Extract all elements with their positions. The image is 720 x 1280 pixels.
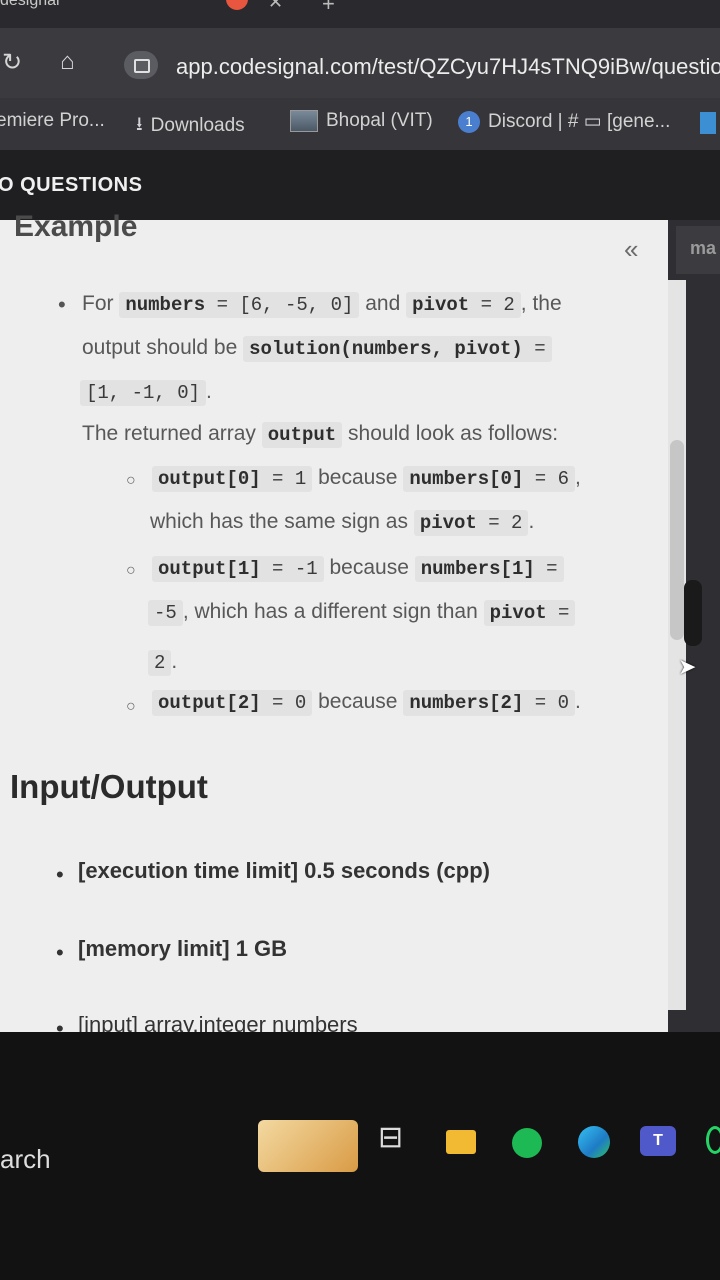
file-explorer-icon[interactable] [446,1130,476,1154]
text-comma: , [575,466,581,489]
address-bar-row: ↻ ⌂ app.codesignal.com/test/QZCyu7HJ4sTN… [0,28,720,98]
thumbnail-icon [290,110,318,132]
code-output-1: output[1] = -1 [152,556,324,582]
code-numbers: numbers = [6, -5, 0] [119,292,360,318]
code-solution-call: solution(numbers, pivot) = [243,336,552,362]
text-because: because [329,556,409,579]
taskbar-search[interactable]: arch [0,1144,51,1175]
text-dot: . [575,690,581,713]
teams-icon[interactable]: T [640,1126,676,1156]
text-because: because [318,466,398,489]
bookmark-premiere[interactable]: emiere Pro... [0,110,105,132]
text-for: For [82,292,114,315]
code-result-array: [1, -1, 0] [80,380,207,406]
code-2: 2 [148,650,172,676]
code-pivot: pivot = 2 [406,292,521,318]
questions-label[interactable]: O QUESTIONS [0,174,142,197]
code-numbers-2: numbers[2] = 0 [403,690,575,716]
tab-title[interactable]: desigrial [0,0,60,10]
code-numbers-1: numbers[1] = [414,556,564,582]
io-item-memory-limit: [memory limit] 1 GB [78,936,288,961]
recording-icon [226,0,248,10]
sub-bullet-circle: ○ [126,698,136,715]
bookmark-bhopal[interactable]: Bhopal (VIT) [290,110,433,132]
splitter-handle[interactable] [684,580,702,646]
sub-item-1-line-2: which has the same sign as pivot = 2. [150,510,535,536]
text-same-sign: which has the same sign as [150,510,408,533]
sub-bullet-circle: ○ [126,472,136,489]
sub-item-2-line-1: output[1] = -1 because numbers[1] = [152,556,564,582]
editor-tab[interactable]: ma [676,226,720,274]
sub-item-2-line-3: 2. [148,650,178,676]
bullet-dot: • [56,862,64,887]
code-output-2: output[2] = 0 [152,690,313,716]
bookmark-downloads[interactable]: ⭳ Downloads [136,110,245,142]
bookmark-discord-label: Discord | # ▭ [gene... [488,111,671,132]
discord-icon: 1 [458,110,480,133]
sticky-notes-icon[interactable] [258,1120,358,1172]
returned-array-line: The returned array output should look as… [82,422,559,448]
reload-icon[interactable]: ↻ [2,48,22,77]
bookmark-downloads-label: Downloads [150,115,245,137]
bookmarks-bar: emiere Pro... ⭳ Downloads Bhopal (VIT) 1D… [0,98,720,150]
sub-item-3-line-1: output[2] = 0 because numbers[2] = 0. [152,690,581,716]
browser-tab-strip: desigrial ✕ + [0,0,720,28]
code-pivot-eq: pivot = [483,600,576,626]
sub-bullet-circle: ○ [126,562,136,579]
code-output: output [261,422,343,448]
io-item-time-limit: [execution time limit] 0.5 seconds (cpp) [78,858,490,883]
code-pivot-eq-2: pivot = 2 [413,510,529,536]
code-numbers-0: numbers[0] = 6 [403,466,575,492]
sub-item-2-line-2: -5, which has a different sign than pivo… [148,600,576,626]
input-output-heading: Input/Output [10,768,208,805]
scrollbar-thumb[interactable] [670,440,684,640]
site-info-icon[interactable] [124,51,158,79]
bookmark-bhopal-label: Bhopal (VIT) [326,110,433,132]
edge-browser-icon[interactable] [578,1126,610,1158]
windows-taskbar [0,1032,720,1280]
collapse-panel-icon[interactable]: « [624,234,638,265]
example-line-3: [1, -1, 0]. [80,380,212,406]
bullet-dot: • [56,940,64,965]
spotify-icon[interactable] [512,1128,542,1158]
example-line-2: output should be solution(numbers, pivot… [82,336,552,362]
home-icon[interactable]: ⌂ [60,48,75,76]
close-tab-icon[interactable]: ✕ [268,0,283,13]
bookmark-discord[interactable]: 1 Discord | # ▭ [gene... [458,110,670,133]
text-output-should-be: output should be [82,336,238,359]
bookmark-overflow-icon[interactable] [700,112,716,134]
example-heading: Example [14,210,138,243]
whatsapp-icon[interactable] [706,1126,720,1154]
code-output-0: output[0] = 1 [152,466,313,492]
text-dot: . [206,380,212,403]
code-minus-5: -5 [148,600,183,626]
text-dot: . [528,510,535,533]
url-field[interactable]: app.codesignal.com/test/QZCyu7HJ4sTNQ9iB… [176,54,720,80]
download-icon: ⭳ [136,114,143,135]
sub-item-1-line-1: output[0] = 1 because numbers[0] = 6, [152,466,581,492]
example-line-1: For numbers = [6, -5, 0] and pivot = 2, … [82,292,562,318]
task-view-icon[interactable]: ⊟ [378,1120,403,1155]
text-because: because [318,690,398,713]
bullet-dot: • [58,292,66,317]
text-should-look: should look as follows: [348,422,559,445]
scrollbar-track[interactable] [668,280,686,1010]
new-tab-icon[interactable]: + [322,0,335,17]
text-different-sign: , which has a different sign than [182,600,478,623]
mouse-cursor-icon: ➤ [678,654,697,679]
text-dot: . [171,650,178,673]
text-and: and [365,292,401,315]
text-returned-array: The returned array [82,422,256,445]
text-the: , the [520,292,562,315]
